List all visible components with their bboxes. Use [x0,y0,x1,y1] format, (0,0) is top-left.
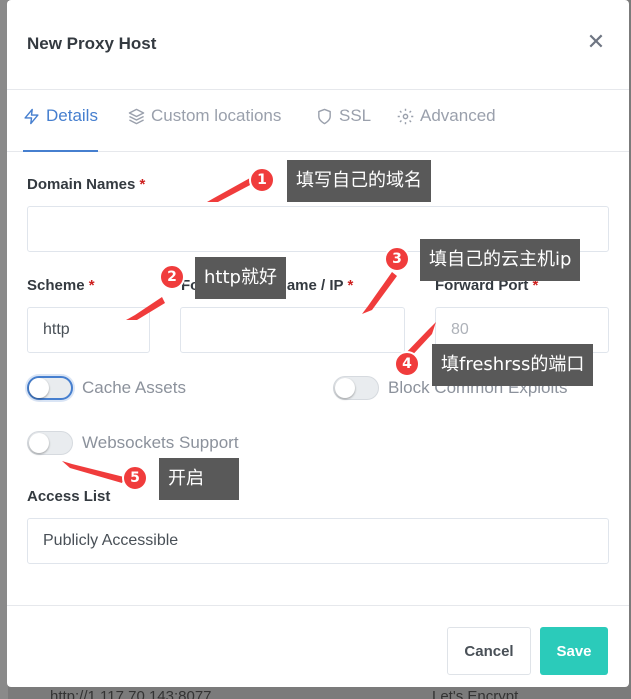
tab-bar: Details Custom locations SSL Advanced [7,90,629,152]
websockets-toggle[interactable] [27,431,73,455]
background-row-url: http://1.117.70.143:8077 [50,688,212,699]
tab-ssl-label: SSL [339,106,372,125]
tab-advanced-label: Advanced [420,106,496,125]
required-mark: * [139,176,146,193]
annotation-note-1: 填写自己的域名 [287,160,431,202]
annotation-badge-3: 3 [384,246,410,272]
modal-header: New Proxy Host ✕ [7,0,629,90]
access-list-select[interactable]: Publicly Accessible [27,518,609,564]
annotation-note-4: 填freshrss的端口 [432,344,594,386]
cache-assets-toggle[interactable] [27,376,73,400]
annotation-note-3: 填自己的云主机ip [420,239,581,281]
forward-hostname-input[interactable] [180,307,405,353]
required-mark: * [88,277,95,294]
tab-details-label: Details [46,106,98,125]
layers-icon [128,108,145,125]
tab-custom-locations-label: Custom locations [151,106,282,125]
modal-title: New Proxy Host [27,34,157,53]
gear-icon [397,108,414,125]
annotation-badge-2: 2 [159,264,185,290]
toggle-knob [29,378,49,398]
lightning-icon [24,108,39,125]
shield-icon [318,108,331,125]
scheme-label: Scheme * [27,277,95,294]
save-button[interactable]: Save [540,627,608,675]
access-list-label: Access List [27,488,111,505]
annotation-badge-1: 1 [249,167,275,193]
tab-details[interactable]: Details [23,106,98,152]
toggle-knob [29,433,49,453]
websockets-label: Websockets Support [82,433,239,452]
toggle-knob [335,378,355,398]
annotation-note-5: 开启 [159,458,239,500]
cancel-button[interactable]: Cancel [447,627,531,675]
annotation-note-2: http就好 [195,257,286,299]
domain-names-label: Domain Names * [27,176,145,193]
tab-advanced[interactable]: Advanced [397,106,496,152]
tab-custom-locations[interactable]: Custom locations [128,106,281,152]
scheme-input[interactable]: http [27,307,150,353]
required-mark: * [347,277,354,294]
domain-names-label-text: Domain Names [27,176,136,193]
close-icon[interactable]: ✕ [585,31,607,54]
annotation-badge-5: 5 [122,465,148,491]
cache-assets-label: Cache Assets [82,378,186,397]
block-exploits-toggle[interactable] [333,376,379,400]
background-row-ssl: Let's Encrypt [432,688,519,699]
annotation-badge-4: 4 [394,351,420,377]
scheme-label-text: Scheme [27,277,85,294]
tab-ssl[interactable]: SSL [316,106,371,152]
modal-footer: Cancel Save [7,605,629,687]
